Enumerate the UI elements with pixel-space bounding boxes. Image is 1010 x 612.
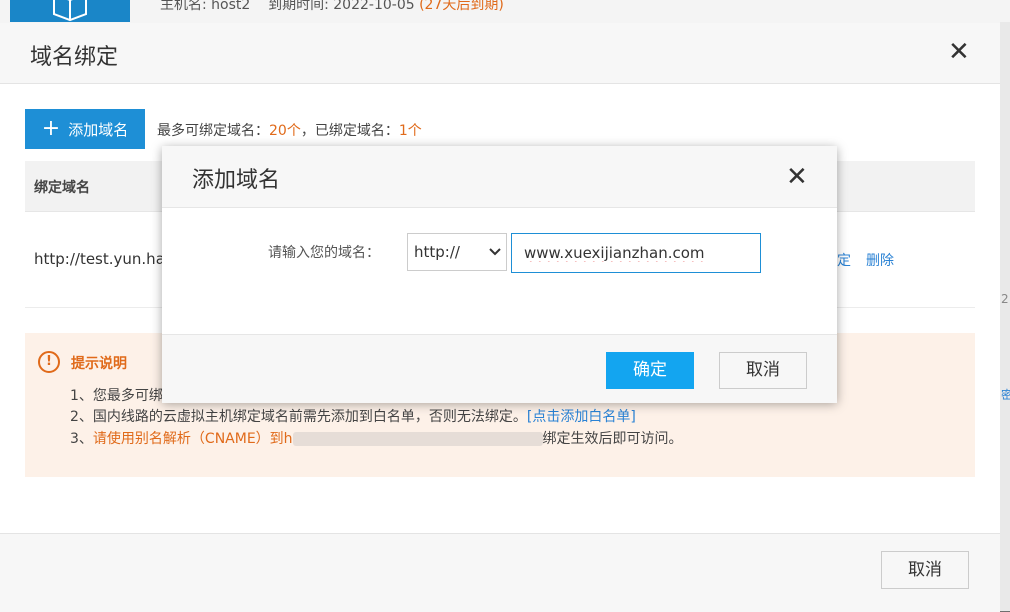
exclamation-icon: ! <box>38 351 60 373</box>
domain-field-label: 请输入您的域名： <box>268 242 380 262</box>
confirm-button[interactable]: 确定 <box>606 352 694 389</box>
dialog-title: 添加域名 <box>192 162 280 194</box>
cancel-button[interactable]: 取消 <box>881 551 969 589</box>
plus-icon: + <box>42 118 60 140</box>
dialog-footer: 确定 取消 <box>162 334 837 403</box>
add-whitelist-link[interactable]: [点击添加白名单] <box>527 409 636 425</box>
column-header-domain: 绑定域名 <box>34 177 90 197</box>
domain-input[interactable] <box>511 233 761 273</box>
close-icon[interactable]: ✕ <box>786 162 808 192</box>
tip-line-3: 3、请使用别名解析（CNAME）到h绑定生效后即可访问。 <box>70 428 683 448</box>
close-icon[interactable]: ✕ <box>948 37 970 67</box>
binding-limit-text: 最多可绑定域名：20个，已绑定域名：1个 <box>157 120 422 140</box>
add-domain-label: 添加域名 <box>68 119 128 140</box>
modal-footer: 取消 <box>0 533 1000 612</box>
tips-title: 提示说明 <box>71 353 127 373</box>
modal-title: 域名绑定 <box>30 39 118 71</box>
host-info: 主机名: host2 到期时间: 2022-10-05 (27天后到期) <box>160 0 504 14</box>
logo <box>10 0 130 22</box>
redacted-text <box>293 432 543 446</box>
protocol-value: http:// <box>414 243 460 261</box>
bind-action-link[interactable]: 定 <box>837 250 851 270</box>
edge-char: 密 <box>1001 386 1010 403</box>
limit-max: 20个 <box>269 123 301 139</box>
protocol-select[interactable]: http:// <box>407 233 507 271</box>
limit-bound: 1个 <box>399 123 422 139</box>
cancel-button[interactable]: 取消 <box>719 352 807 389</box>
chevron-down-icon <box>488 244 502 258</box>
add-domain-button[interactable]: + 添加域名 <box>25 109 145 149</box>
dialog-header: 添加域名 ✕ <box>162 146 837 208</box>
delete-link[interactable]: 删除 <box>866 250 894 270</box>
add-domain-dialog: 添加域名 ✕ 请输入您的域名： http:// 确定 取消 <box>162 146 837 402</box>
tip-line-1: 1、您最多可绑 <box>70 385 163 405</box>
modal-header: 域名绑定 ✕ <box>0 23 1000 84</box>
bound-domain: http://test.yun.ha... <box>34 250 179 268</box>
edge-char: 2 <box>1001 292 1009 306</box>
cube-icon <box>50 0 90 22</box>
page-edge <box>1000 22 1010 611</box>
tip-line-2: 2、国内线路的云虚拟主机绑定域名前需先添加到白名单，否则无法绑定。[点击添加白名… <box>70 406 636 426</box>
